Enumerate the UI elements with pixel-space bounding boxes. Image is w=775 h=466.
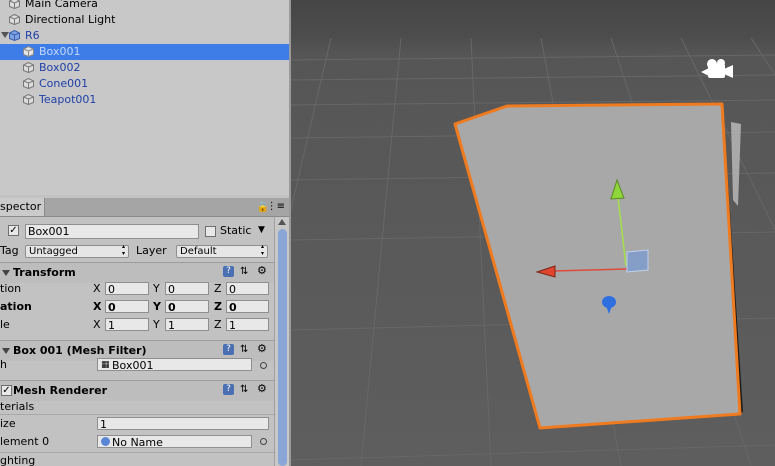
hierarchy-item-label: Main Camera bbox=[25, 0, 98, 10]
gear-icon[interactable]: ⚙ bbox=[257, 342, 267, 356]
inspector-tab-bar: spector 🔒 ⋮≡ bbox=[0, 198, 289, 217]
axis-y-label: Y bbox=[153, 300, 161, 313]
gameobject-icon bbox=[9, 14, 20, 25]
inspector-panel: ✓ Box001 Static ▼ Tag Untagged Layer Def… bbox=[0, 217, 274, 466]
lighting-foldout[interactable]: ghting bbox=[0, 454, 35, 466]
static-dropdown-icon[interactable]: ▼ bbox=[258, 223, 265, 237]
position-x-input[interactable]: 0 bbox=[105, 282, 149, 295]
object-picker-icon[interactable] bbox=[260, 438, 267, 445]
prefab-icon bbox=[9, 30, 20, 41]
materials-size-label: ize bbox=[0, 417, 16, 430]
gizmo-plane-handle[interactable] bbox=[626, 249, 649, 273]
mesh-icon: ▦ bbox=[101, 360, 110, 370]
hierarchy-item-r6[interactable]: R6 bbox=[0, 28, 289, 44]
hierarchy-item-label: Teapot001 bbox=[39, 93, 97, 106]
axis-x-label: X bbox=[93, 318, 101, 331]
hierarchy-item-main-camera[interactable]: Main Camera bbox=[0, 0, 289, 12]
hierarchy-item-label: R6 bbox=[25, 29, 40, 42]
position-label: tion bbox=[0, 282, 22, 295]
help-icon[interactable]: ? bbox=[223, 266, 234, 277]
scale-x-input[interactable]: 1 bbox=[105, 318, 149, 331]
mesh-renderer-enabled-checkbox[interactable]: ✓ bbox=[1, 385, 12, 396]
mesh-renderer-header[interactable]: ✓ Mesh Renderer ? ⇅ ⚙ bbox=[0, 380, 274, 401]
gameobject-icon bbox=[23, 46, 34, 57]
mesh-filter-title: Box 001 (Mesh Filter) bbox=[13, 344, 147, 357]
tag-dropdown[interactable]: Untagged bbox=[25, 243, 129, 258]
position-y-input[interactable]: 0 bbox=[165, 282, 209, 295]
gameobject-icon bbox=[9, 0, 20, 9]
gameobject-icon bbox=[23, 78, 34, 89]
gameobject-icon bbox=[23, 94, 34, 105]
mesh-label: h bbox=[0, 358, 7, 371]
scroll-up-icon[interactable] bbox=[278, 219, 286, 225]
mesh-object-field[interactable]: ▦ Box001 bbox=[97, 358, 252, 371]
divider bbox=[0, 452, 274, 453]
transform-title: Transform bbox=[13, 266, 76, 279]
scrollbar-thumb[interactable] bbox=[278, 229, 287, 466]
hierarchy-item-label: Cone001 bbox=[39, 77, 89, 90]
scene-canvas[interactable] bbox=[291, 0, 775, 466]
foldout-arrow-icon[interactable] bbox=[2, 348, 10, 354]
tab-inspector[interactable]: spector bbox=[0, 198, 45, 216]
rotation-x-input[interactable]: 0 bbox=[105, 300, 149, 313]
mesh-value: Box001 bbox=[112, 359, 154, 371]
static-label: Static bbox=[220, 224, 252, 237]
static-checkbox[interactable] bbox=[205, 226, 216, 237]
layer-dropdown[interactable]: Default bbox=[176, 243, 268, 258]
material-value: No Name bbox=[112, 436, 163, 448]
rotation-label: ation bbox=[0, 300, 32, 313]
axis-z-label: Z bbox=[214, 282, 222, 295]
scale-label: le bbox=[0, 318, 10, 331]
foldout-arrow-icon[interactable] bbox=[2, 270, 10, 276]
hierarchy-item-label: Box001 bbox=[39, 45, 81, 58]
preset-icon[interactable]: ⇅ bbox=[240, 343, 248, 357]
gameobject-icon bbox=[23, 62, 34, 73]
mesh-renderer-title: Mesh Renderer bbox=[13, 384, 108, 397]
active-checkbox[interactable]: ✓ bbox=[8, 225, 19, 236]
hierarchy-item-label: Box002 bbox=[39, 61, 81, 74]
axis-x-label: X bbox=[93, 300, 102, 313]
transform-header[interactable]: Transform ? ⇅ ⚙ bbox=[0, 262, 274, 283]
hierarchy-item-label: Directional Light bbox=[25, 13, 116, 26]
hierarchy-item-directional-light[interactable]: Directional Light bbox=[0, 12, 289, 28]
object-name-input[interactable]: Box001 bbox=[25, 224, 199, 239]
axis-y-label: Y bbox=[153, 282, 160, 295]
gear-icon[interactable]: ⚙ bbox=[257, 382, 267, 396]
help-icon[interactable]: ? bbox=[223, 344, 234, 355]
hierarchy-panel: Main Camera Directional Light R6 Box001 … bbox=[0, 0, 289, 195]
axis-y-label: Y bbox=[153, 318, 160, 331]
axis-z-label: Z bbox=[214, 300, 222, 313]
axis-z-label: Z bbox=[214, 318, 222, 331]
inspector-scrollbar[interactable] bbox=[274, 217, 289, 466]
position-z-input[interactable]: 0 bbox=[226, 282, 269, 295]
rotation-y-input[interactable]: 0 bbox=[165, 300, 209, 313]
hierarchy-item-box001[interactable]: Box001 bbox=[0, 44, 289, 60]
help-icon[interactable]: ? bbox=[223, 384, 234, 395]
left-panel: Main Camera Directional Light R6 Box001 … bbox=[0, 0, 289, 466]
material-object-field[interactable]: No Name bbox=[97, 435, 252, 448]
material-icon bbox=[101, 437, 110, 446]
scale-z-input[interactable]: 1 bbox=[226, 318, 269, 331]
materials-foldout[interactable]: terials bbox=[0, 400, 34, 414]
element-0-label: lement 0 bbox=[0, 435, 50, 448]
scale-y-input[interactable]: 1 bbox=[165, 318, 209, 331]
object-picker-icon[interactable] bbox=[260, 362, 267, 369]
hierarchy-item-box002[interactable]: Box002 bbox=[0, 60, 289, 76]
fold-arrow-icon[interactable] bbox=[1, 32, 9, 38]
gear-icon[interactable]: ⚙ bbox=[257, 264, 267, 278]
layer-label: Layer bbox=[136, 244, 167, 257]
materials-size-input[interactable]: 1 bbox=[97, 417, 269, 430]
axis-x-label: X bbox=[93, 282, 101, 295]
divider bbox=[0, 414, 274, 415]
rotation-z-input[interactable]: 0 bbox=[226, 300, 269, 313]
tag-label: Tag bbox=[0, 244, 19, 257]
preset-icon[interactable]: ⇅ bbox=[240, 383, 248, 397]
hierarchy-item-teapot001[interactable]: Teapot001 bbox=[0, 92, 289, 108]
preset-icon[interactable]: ⇅ bbox=[240, 265, 248, 279]
panel-menu-icon[interactable]: ⋮≡ bbox=[267, 201, 285, 212]
hierarchy-item-cone001[interactable]: Cone001 bbox=[0, 76, 289, 92]
scene-view[interactable] bbox=[291, 0, 775, 466]
